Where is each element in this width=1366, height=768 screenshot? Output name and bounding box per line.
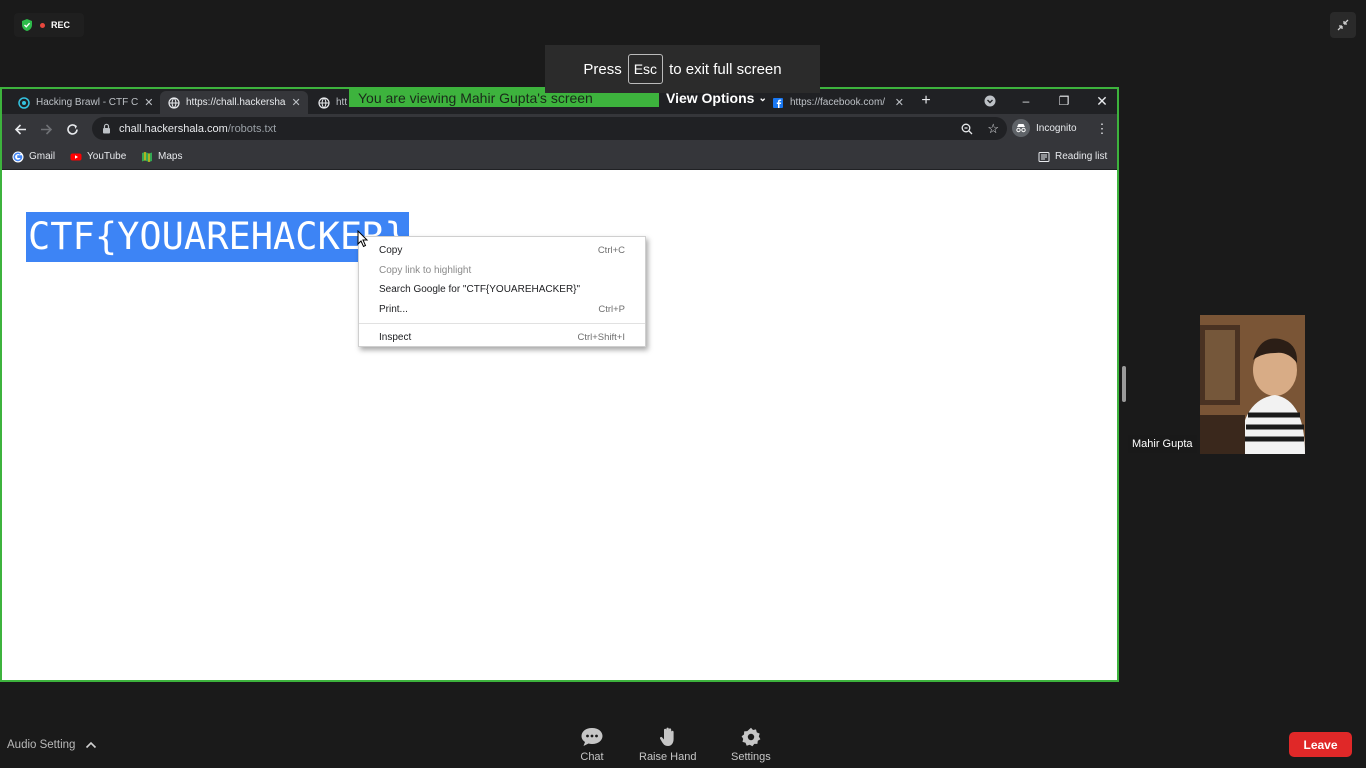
- reload-button[interactable]: [62, 119, 82, 139]
- settings-label: Settings: [731, 751, 771, 763]
- menu-item-label: Print...: [379, 303, 408, 315]
- bookmark-maps[interactable]: Maps: [141, 148, 182, 165]
- new-tab-button[interactable]: +: [912, 92, 940, 110]
- arrow-right-icon: [40, 123, 52, 135]
- settings-button[interactable]: Settings: [731, 726, 771, 763]
- hand-icon: [655, 726, 681, 748]
- exit-fullscreen-button[interactable]: [1330, 12, 1356, 38]
- tab-title: https://chall.hackersha: [186, 97, 286, 108]
- menu-item-inspect[interactable]: Inspect Ctrl+Shift+I: [359, 328, 645, 348]
- reload-icon: [66, 123, 78, 135]
- menu-item-label: Copy: [379, 245, 403, 257]
- ctf-favicon-icon: [18, 96, 30, 109]
- menu-item-shortcut: Ctrl+P: [598, 303, 625, 315]
- page-content: CTF{YOUAREHACKER} Copy Ctrl+C Copy link …: [2, 170, 1117, 680]
- forward-button[interactable]: [36, 119, 56, 139]
- participant-name-label: Mahir Gupta: [1128, 435, 1197, 453]
- tab-title: https://facebook.com/: [790, 97, 886, 108]
- context-menu: Copy Ctrl+C Copy link to highlight Searc…: [358, 236, 646, 347]
- raise-hand-button[interactable]: Raise Hand: [639, 726, 696, 763]
- menu-item-search-google[interactable]: Search Google for "CTF{YOUAREHACKER}": [359, 280, 645, 300]
- lock-icon: [103, 123, 110, 134]
- facebook-icon: [773, 97, 783, 108]
- audio-setting-button[interactable]: Audio Setting: [7, 739, 97, 751]
- bookmark-gmail[interactable]: Gmail: [12, 148, 55, 165]
- close-icon[interactable]: ✕: [895, 96, 904, 109]
- zoom-magnifier-icon[interactable]: [961, 123, 973, 135]
- bookmark-youtube[interactable]: YouTube: [70, 148, 126, 165]
- back-button[interactable]: [10, 119, 30, 139]
- bookmark-label: Gmail: [29, 151, 56, 162]
- selected-flag-text[interactable]: CTF{YOUAREHACKER}: [26, 212, 409, 262]
- close-window-button[interactable]: ✕: [1088, 92, 1116, 110]
- maps-icon: [142, 151, 152, 162]
- audio-setting-label: Audio Setting: [7, 739, 76, 751]
- meeting-controls-bar: Audio Setting Chat Raise Hand Settings L…: [0, 722, 1366, 768]
- menu-item-copy[interactable]: Copy Ctrl+C: [359, 241, 645, 261]
- chat-bubble-icon: [579, 726, 605, 748]
- menu-kebab-icon[interactable]: ⋮: [1092, 119, 1112, 139]
- panel-resize-handle[interactable]: [1122, 366, 1126, 402]
- chat-label: Chat: [580, 751, 604, 763]
- address-bar[interactable]: chall.hackershala.com/robots.txt ☆: [92, 117, 1007, 140]
- incognito-profile[interactable]: Incognito: [1012, 117, 1077, 139]
- chevron-down-icon: ⌄: [758, 92, 767, 104]
- youtube-icon: [70, 153, 82, 160]
- menu-item-copy-link-highlight: Copy link to highlight: [359, 261, 645, 281]
- tab-title: htt: [336, 97, 348, 108]
- bookmark-label: YouTube: [87, 151, 127, 162]
- participant-photo: [1200, 315, 1305, 454]
- record-dot-icon: [40, 22, 45, 28]
- recording-badge: REC: [14, 13, 84, 37]
- bookmarks-bar: Gmail YouTube Maps Reading list: [2, 143, 1117, 170]
- chat-button[interactable]: Chat: [579, 726, 605, 763]
- tab-chall-hackershala[interactable]: https://chall.hackersha ✕: [160, 91, 308, 114]
- google-icon: [12, 151, 24, 162]
- reading-list-icon: [1038, 151, 1050, 162]
- reading-list-label: Reading list: [1055, 151, 1108, 162]
- chevron-down-circle-icon: [984, 95, 996, 107]
- esc-key: Esc: [627, 54, 664, 84]
- chevron-up-icon[interactable]: [85, 741, 97, 749]
- toast-prefix: Press: [583, 60, 622, 78]
- browser-toolbar: chall.hackershala.com/robots.txt ☆ Incog…: [2, 114, 1117, 143]
- mouse-cursor-icon: [357, 230, 369, 248]
- menu-item-shortcut: Ctrl+Shift+I: [577, 332, 625, 344]
- restore-button[interactable]: ❐: [1050, 92, 1078, 110]
- bookmark-label: Maps: [158, 151, 183, 162]
- minimize-button[interactable]: –: [1012, 92, 1040, 110]
- tab-third[interactable]: htt: [310, 91, 352, 114]
- globe-icon: [318, 96, 330, 109]
- participant-video[interactable]: [1200, 315, 1305, 454]
- close-icon[interactable]: ✕: [144, 96, 153, 109]
- menu-item-shortcut: Ctrl+C: [597, 245, 625, 257]
- close-icon[interactable]: ✕: [292, 96, 301, 109]
- globe-icon: [168, 96, 180, 109]
- toast-suffix: to exit full screen: [669, 60, 782, 78]
- tab-hacking-brawl[interactable]: Hacking Brawl - CTF C ✕: [10, 91, 158, 114]
- star-icon[interactable]: ☆: [987, 121, 999, 137]
- tab-facebook[interactable]: https://facebook.com/ ✕: [764, 91, 912, 114]
- url-host: chall.hackershala.com: [119, 122, 228, 135]
- collapse-icon: [1337, 19, 1349, 31]
- menu-item-print[interactable]: Print... Ctrl+P: [359, 300, 645, 320]
- menu-item-label: Search Google for "CTF{YOUAREHACKER}": [379, 284, 581, 296]
- exit-fullscreen-toast: Press Esc to exit full screen: [545, 45, 820, 93]
- reading-list-button[interactable]: Reading list: [1038, 148, 1107, 165]
- raise-hand-label: Raise Hand: [639, 751, 697, 763]
- menu-item-label: Inspect: [379, 332, 412, 344]
- menu-separator: [359, 323, 645, 324]
- tab-search-button[interactable]: [976, 92, 1004, 110]
- arrow-left-icon: [14, 123, 26, 135]
- shield-icon: [22, 19, 32, 31]
- incognito-icon: [1012, 119, 1030, 137]
- shared-screen: Hacking Brawl - CTF C ✕ https://chall.ha…: [0, 87, 1119, 682]
- menu-item-label: Copy link to highlight: [379, 264, 472, 276]
- gear-icon: [738, 726, 764, 748]
- leave-button[interactable]: Leave: [1289, 732, 1352, 757]
- rec-label: REC: [51, 20, 71, 30]
- tab-title: Hacking Brawl - CTF C: [36, 97, 139, 108]
- profile-label: Incognito: [1036, 122, 1077, 134]
- url-path: /robots.txt: [227, 122, 277, 135]
